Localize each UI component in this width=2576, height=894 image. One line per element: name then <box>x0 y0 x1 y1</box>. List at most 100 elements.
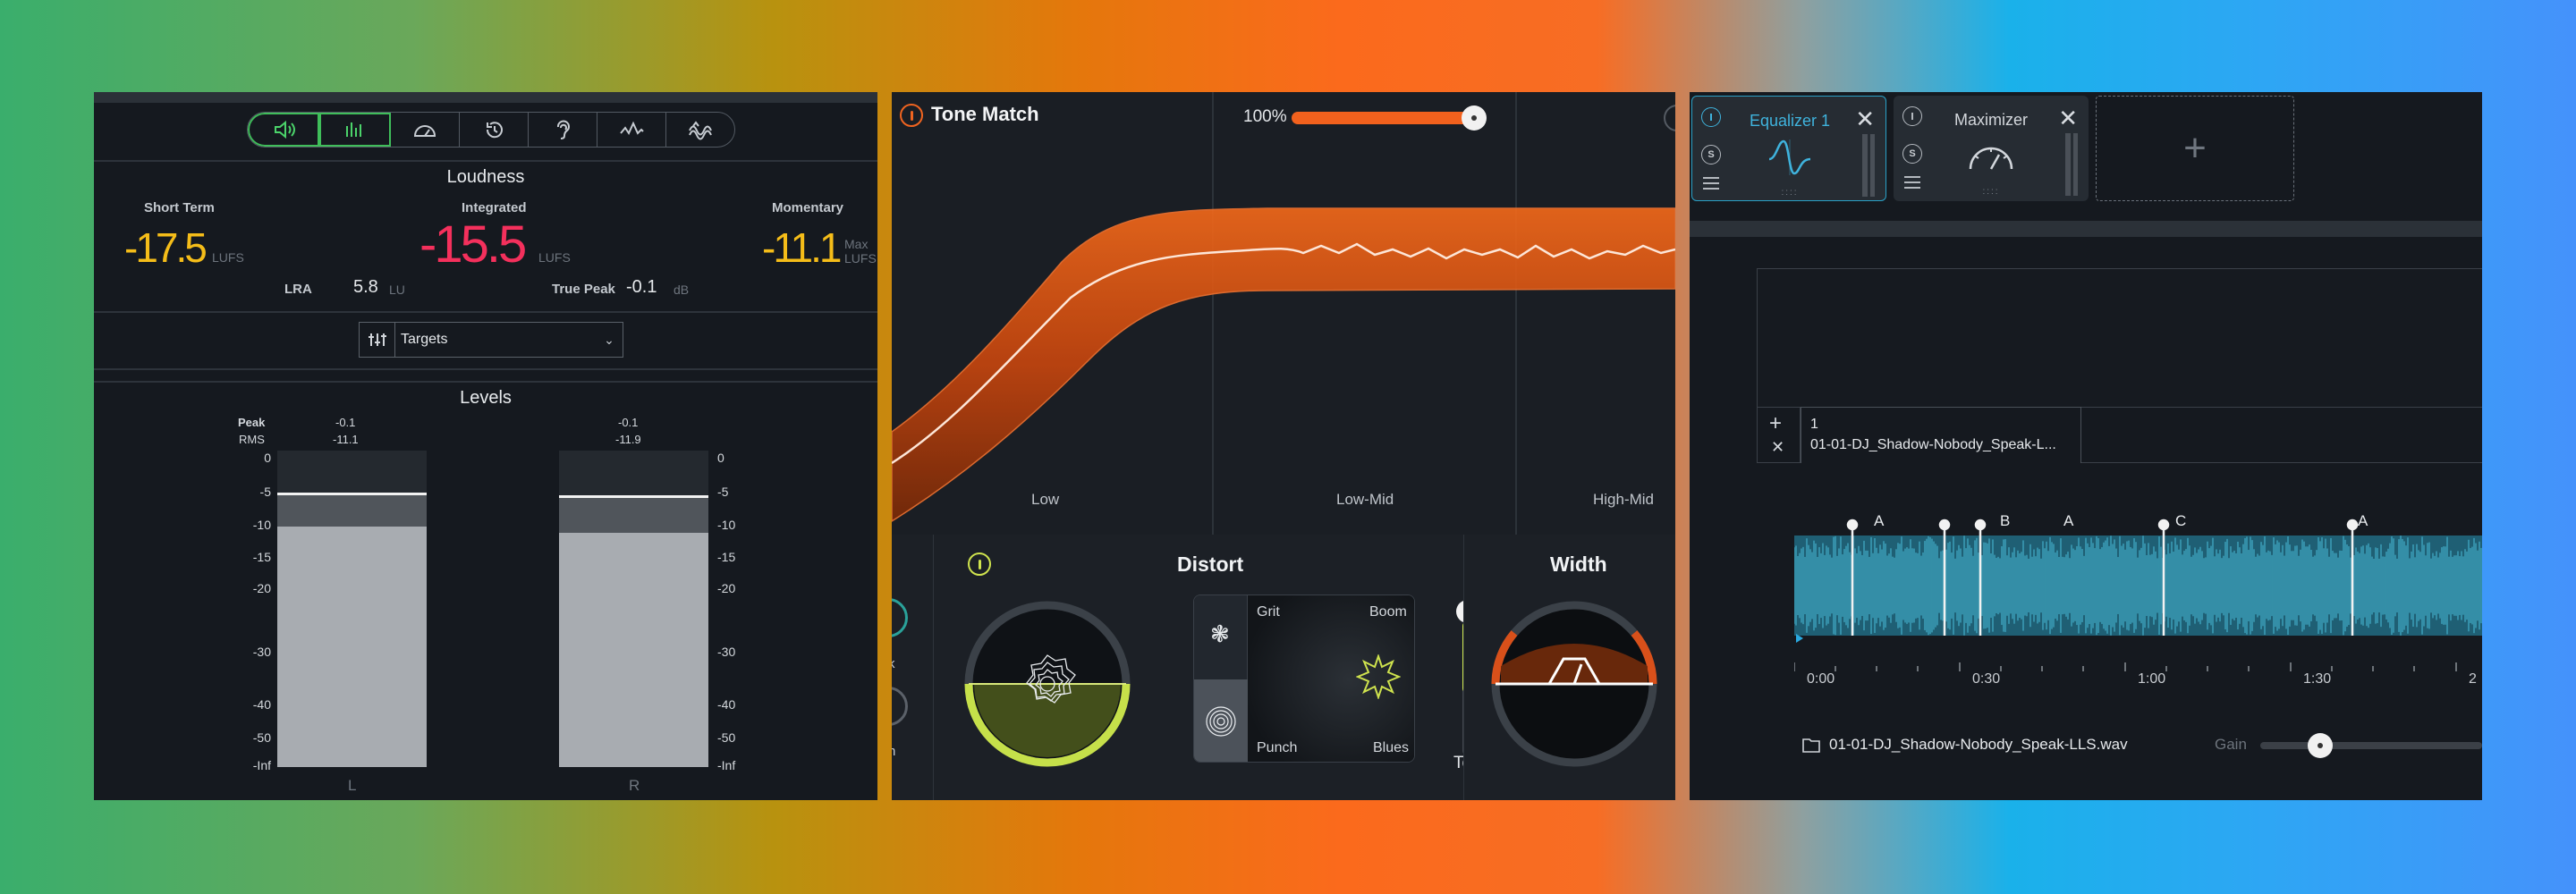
loudness-title: Loudness <box>446 167 525 187</box>
add-tab-icon[interactable]: + <box>1769 411 1782 436</box>
time-label: 2 <box>2469 671 2477 687</box>
scale-left-10: -10 <box>252 518 271 532</box>
tab-title: 01-01-DJ_Shadow-Nobody_Speak-L... <box>1810 437 2056 452</box>
folder-icon[interactable] <box>1802 737 1820 753</box>
xy-position-marker[interactable] <box>1356 654 1401 699</box>
meters-icon[interactable] <box>319 113 391 147</box>
scale-left-inf: -Inf <box>252 758 271 772</box>
assistant-area <box>1757 268 2482 408</box>
scale-left-15: -15 <box>252 550 271 564</box>
lra-label: LRA <box>284 282 312 297</box>
scale-left-20: -20 <box>252 581 271 595</box>
right-rms-value: -11.9 <box>615 433 641 446</box>
divider <box>94 311 877 313</box>
gauge-icon <box>1969 147 2013 170</box>
eq-curve-icon <box>1768 139 1811 175</box>
left-channel-label: L <box>348 777 357 794</box>
right-meter <box>559 451 708 767</box>
track-tab-bar: + ✕ 1 01-01-DJ_Shadow-Nobody_Speak-L... <box>1757 407 2482 463</box>
levels-title: Levels <box>460 388 512 408</box>
close-tab-icon[interactable]: ✕ <box>1771 438 1784 457</box>
left-meter-peak-area <box>277 494 427 527</box>
module-chain-panel: Equalizer 1 ✕ S :::: Maximizer ✕ S :::: … <box>1690 92 2482 800</box>
distort-module: Distort ❃ Grit Boom Punch Blues <box>933 535 1490 800</box>
momentary-unit-max: Max <box>844 237 869 251</box>
amount-value: 100% <box>1243 107 1287 126</box>
time-label: 1:00 <box>2138 671 2166 687</box>
scale-right-20: -20 <box>717 581 736 595</box>
true-peak-label: True Peak <box>552 282 615 297</box>
divider <box>94 368 877 370</box>
distort-mode-selector: ❃ <box>1194 595 1248 762</box>
width-title: Width <box>1550 552 1607 576</box>
integrated-label: Integrated <box>462 200 527 215</box>
band-label-low-mid: Low-Mid <box>1336 491 1394 508</box>
tab-number: 1 <box>1810 417 1818 432</box>
pad-label-grit: Grit <box>1257 604 1280 620</box>
solo-button[interactable]: S <box>1701 145 1721 164</box>
peak-label: Peak <box>238 416 266 429</box>
previous-module-fragment: k n <box>892 535 933 800</box>
scale-left-50: -50 <box>252 730 271 745</box>
momentary-label: Momentary <box>772 200 844 215</box>
time-label: 0:30 <box>1972 671 2001 687</box>
width-knob[interactable] <box>1485 595 1664 773</box>
pad-label-punch: Punch <box>1257 740 1298 755</box>
solo-button[interactable]: S <box>1902 144 1922 164</box>
sparkle-icon[interactable]: ❃ <box>1210 620 1230 648</box>
divider <box>94 381 877 383</box>
module-card-equalizer[interactable]: Equalizer 1 ✕ S :::: <box>1691 96 1886 201</box>
meter-toolbar <box>247 112 735 148</box>
tab-controls: + ✕ <box>1758 408 1801 463</box>
lra-unit: LU <box>389 283 405 297</box>
tone-match-power-button[interactable] <box>900 104 923 127</box>
band-label-high-mid: High-Mid <box>1593 491 1655 508</box>
gain-slider-knob[interactable] <box>2307 733 2333 758</box>
drag-handle[interactable]: :::: <box>1692 188 1887 198</box>
amount-slider-knob[interactable] <box>1462 105 1487 131</box>
pad-label-blues: Blues <box>1373 740 1410 755</box>
amount-slider[interactable] <box>1292 112 1474 124</box>
width-module: Width <box>1463 535 1675 800</box>
history-icon[interactable] <box>460 113 529 147</box>
module-card-maximizer[interactable]: Maximizer ✕ S :::: <box>1894 96 2089 201</box>
gauge-icon[interactable] <box>391 113 460 147</box>
waveform-icon[interactable] <box>597 113 666 147</box>
distort-amount-knob[interactable] <box>958 595 1137 773</box>
targets-dropdown[interactable]: Targets ⌄ <box>359 322 623 358</box>
short-term-label: Short Term <box>144 200 215 215</box>
pad-label-boom: Boom <box>1369 604 1407 620</box>
scale-left-40: -40 <box>252 697 271 712</box>
scale-right-10: -10 <box>717 518 736 532</box>
chevron-down-icon: ⌄ <box>604 332 614 347</box>
left-meter-peak-line <box>277 492 427 495</box>
ear-icon[interactable] <box>529 113 597 147</box>
power-icon[interactable] <box>1902 106 1922 126</box>
cut-label: n <box>892 744 896 759</box>
close-icon[interactable]: ✕ <box>2058 105 2078 132</box>
power-icon[interactable] <box>1701 107 1721 127</box>
drag-handle[interactable]: :::: <box>1894 187 2089 197</box>
time-label: 0:00 <box>1807 671 1835 687</box>
close-icon[interactable]: ✕ <box>1855 105 1875 133</box>
scale-right-40: -40 <box>717 697 736 712</box>
momentary-unit: LUFS <box>844 251 877 266</box>
track-tab[interactable]: 1 01-01-DJ_Shadow-Nobody_Speak-L... <box>1801 407 2081 463</box>
targets-label: Targets <box>401 332 448 347</box>
tone-match-panel: Tone Match 100% Low Low-Mid High-Mid k n… <box>892 92 1675 800</box>
distort-power-button[interactable] <box>968 552 991 576</box>
left-meter-rms-fill <box>277 526 427 767</box>
speaker-icon[interactable] <box>248 113 319 147</box>
gain-label: Gain <box>2215 736 2247 753</box>
add-module-button[interactable]: + <box>2096 96 2294 201</box>
scale-right-5: -5 <box>717 485 729 499</box>
knob-fragment[interactable] <box>892 598 908 637</box>
scale-right-50: -50 <box>717 730 736 745</box>
distort-xy-pad[interactable]: ❃ Grit Boom Punch Blues <box>1193 595 1415 763</box>
gain-slider[interactable] <box>2260 742 2482 749</box>
spectrum-icon[interactable] <box>666 113 734 147</box>
integrated-unit: LUFS <box>538 250 571 265</box>
loudness-panel: Loudness Short Term -17.5 LUFS Integrate… <box>94 92 877 800</box>
knob-fragment[interactable] <box>892 687 908 726</box>
selected-mode[interactable] <box>1194 679 1248 762</box>
